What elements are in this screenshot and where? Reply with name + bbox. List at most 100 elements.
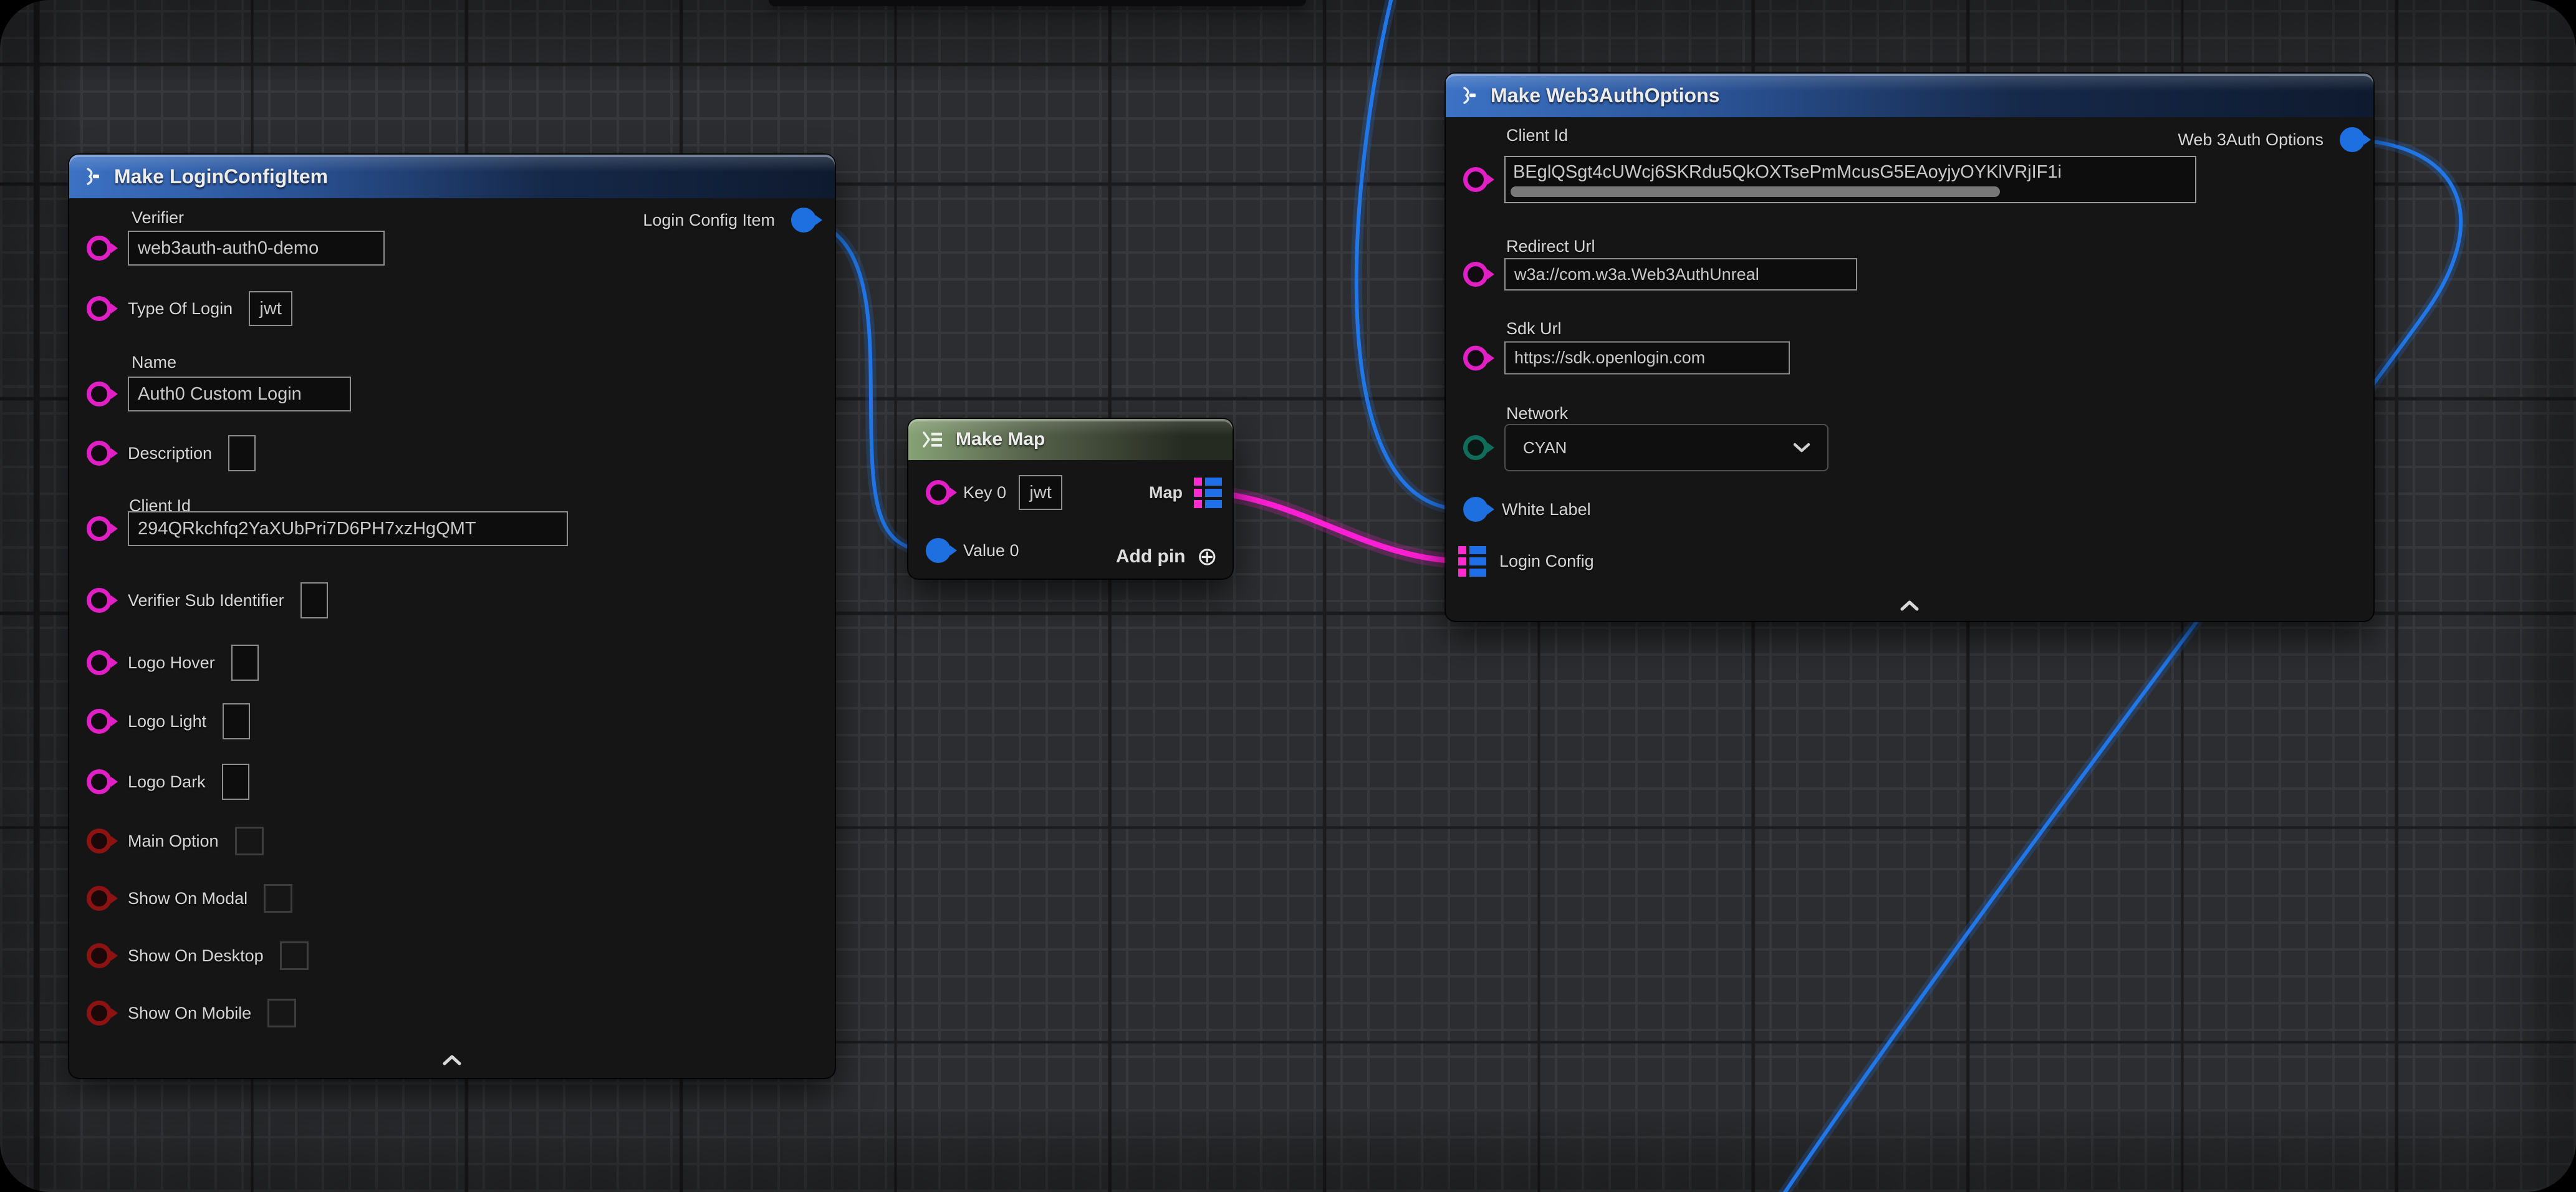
pin-row-sdk-url[interactable]: https://sdk.openlogin.com [1463,342,1790,375]
pin-row-value0[interactable]: Value 0 [926,538,1019,563]
pin-label: Login Config Item [643,211,775,230]
blueprint-graph-canvas[interactable]: Make LoginConfigItem Login Config Item V… [0,0,2576,1192]
show-on-desktop-pin[interactable] [87,943,112,968]
show-on-desktop-checkbox[interactable] [280,941,309,970]
pin-row-main-option[interactable]: Main Option [87,827,264,855]
pin-row-client-id[interactable]: 294QRkchfq2YaXUbPri7D6PH7xzHgQMT [87,511,568,546]
verifier-input[interactable]: web3auth-auth0-demo [128,231,385,266]
sdk-url-pin[interactable] [1463,345,1488,370]
logo-light-input[interactable] [223,703,250,739]
pin-label: Web 3Auth Options [2178,130,2324,150]
pin-label: Description [128,444,212,463]
main-option-checkbox[interactable] [235,827,264,855]
pin-row-redirect-url[interactable]: w3a://com.w3a.Web3AuthUnreal [1463,258,1857,291]
verifier-sub-identifier-pin[interactable] [87,588,112,613]
pin-label: Logo Dark [128,772,206,792]
make-map-icon [921,430,944,449]
pin-row-logo-dark[interactable]: Logo Dark [87,764,249,800]
add-pin-button[interactable]: Add pin ⊕ [1116,544,1218,569]
name-pin[interactable] [87,382,112,406]
pin-label: White Label [1502,500,1591,519]
network-pin[interactable] [1463,435,1488,460]
pin-row-logo-hover[interactable]: Logo Hover [87,645,259,681]
value0-pin[interactable] [926,538,951,563]
main-option-pin[interactable] [87,829,112,853]
show-on-modal-pin[interactable] [87,886,112,911]
pin-row-show-on-mobile[interactable]: Show On Mobile [87,999,296,1027]
pin-label: Show On Mobile [128,1004,251,1023]
verifier-pin[interactable] [87,236,112,261]
make-struct-icon [82,166,103,187]
logo-dark-pin[interactable] [87,769,112,794]
redirect-url-pin[interactable] [1463,262,1488,287]
map-output-pin[interactable] [1194,476,1224,509]
offscreen-node-bottom-edge[interactable] [769,0,1306,6]
type-of-login-input[interactable]: jwt [249,291,292,326]
node-header[interactable]: Make Web3AuthOptions [1446,74,2373,117]
pin-label: Show On Modal [128,889,248,908]
pin-row-show-on-modal[interactable]: Show On Modal [87,884,292,913]
node-title: Make Web3AuthOptions [1491,84,1719,107]
description-input[interactable] [228,435,256,471]
client-id-input[interactable]: 294QRkchfq2YaXUbPri7D6PH7xzHgQMT [128,511,568,546]
web3auth-options-output-pin[interactable] [2340,127,2365,152]
network-selected-value: CYAN [1523,438,1567,458]
make-struct-icon [1458,85,1479,106]
logo-hover-pin[interactable] [87,650,112,675]
pin-row-verifier-sub-identifier[interactable]: Verifier Sub Identifier [87,582,328,618]
node-make-map[interactable]: Make Map Key 0 jwt Map Value 0 Add pin ⊕ [908,419,1233,579]
node-header[interactable]: Make Map [908,419,1233,460]
show-on-mobile-pin[interactable] [87,1001,112,1026]
wire-map-to-login-config[interactable] [1212,493,1465,561]
logo-hover-input[interactable] [231,645,259,681]
node-title: Make LoginConfigItem [114,165,328,188]
pin-row-login-config-item-output[interactable]: Login Config Item [643,208,816,233]
pin-row-map-output[interactable]: Map [1149,476,1224,509]
pin-row-web3auth-options-output[interactable]: Web 3Auth Options [2178,127,2365,152]
pin-row-verifier[interactable]: web3auth-auth0-demo [87,231,385,266]
login-config-item-output-pin[interactable] [791,208,816,233]
network-dropdown[interactable]: CYAN [1504,424,1829,471]
login-config-pin[interactable] [1458,545,1488,577]
logo-dark-input[interactable] [222,764,249,800]
show-on-modal-checkbox[interactable] [264,884,292,913]
pin-row-show-on-desktop[interactable]: Show On Desktop [87,941,309,970]
name-input[interactable]: Auth0 Custom Login [128,377,351,411]
node-make-web3authoptions[interactable]: Make Web3AuthOptions Web 3Auth Options C… [1446,74,2373,621]
pin-row-network[interactable]: CYAN [1463,424,1829,471]
key0-pin[interactable] [926,480,951,505]
pin-row-name[interactable]: Auth0 Custom Login [87,377,351,411]
node-header[interactable]: Make LoginConfigItem [69,155,835,198]
client-id-text: BEglQSgt4cUWcj6SKRdu5QkOXTsePmMcusG5EAoy… [1513,162,2190,183]
pin-row-description[interactable]: Description [87,435,256,471]
pin-label: Logo Light [128,712,206,731]
pin-row-client-id[interactable]: BEglQSgt4cUWcj6SKRdu5QkOXTsePmMcusG5EAoy… [1463,156,2196,203]
logo-light-pin[interactable] [87,709,112,734]
horizontal-scrollbar[interactable] [1511,186,2000,197]
redirect-url-input[interactable]: w3a://com.w3a.Web3AuthUnreal [1504,258,1857,291]
verifier-sub-identifier-input[interactable] [300,582,328,618]
sdk-url-input[interactable]: https://sdk.openlogin.com [1504,342,1790,375]
client-id-pin[interactable] [87,516,112,541]
collapse-node-chevron-icon[interactable] [440,1053,464,1067]
pin-row-type-of-login[interactable]: Type Of Login jwt [87,291,292,326]
pin-label: Value 0 [963,541,1019,560]
collapse-node-chevron-icon[interactable] [1897,598,1922,612]
type-of-login-pin[interactable] [87,296,112,321]
pin-label-verifier: Verifier [132,208,184,228]
pin-label: Logo Hover [128,653,215,673]
pin-row-logo-light[interactable]: Logo Light [87,703,250,739]
pin-label-network: Network [1506,404,1568,423]
description-pin[interactable] [87,441,112,466]
white-label-pin[interactable] [1463,497,1488,522]
pin-row-login-config[interactable]: Login Config [1458,545,1594,577]
chevron-down-icon [1792,442,1811,453]
pin-row-white-label[interactable]: White Label [1463,497,1591,522]
node-make-loginconfigitem[interactable]: Make LoginConfigItem Login Config Item V… [69,155,835,1078]
show-on-mobile-checkbox[interactable] [267,999,296,1027]
pin-label: Show On Desktop [128,946,264,966]
key0-input[interactable]: jwt [1019,475,1062,510]
client-id-pin[interactable] [1463,167,1488,192]
client-id-input[interactable]: BEglQSgt4cUWcj6SKRdu5QkOXTsePmMcusG5EAoy… [1504,156,2196,203]
pin-row-key0[interactable]: Key 0 jwt [926,475,1062,510]
